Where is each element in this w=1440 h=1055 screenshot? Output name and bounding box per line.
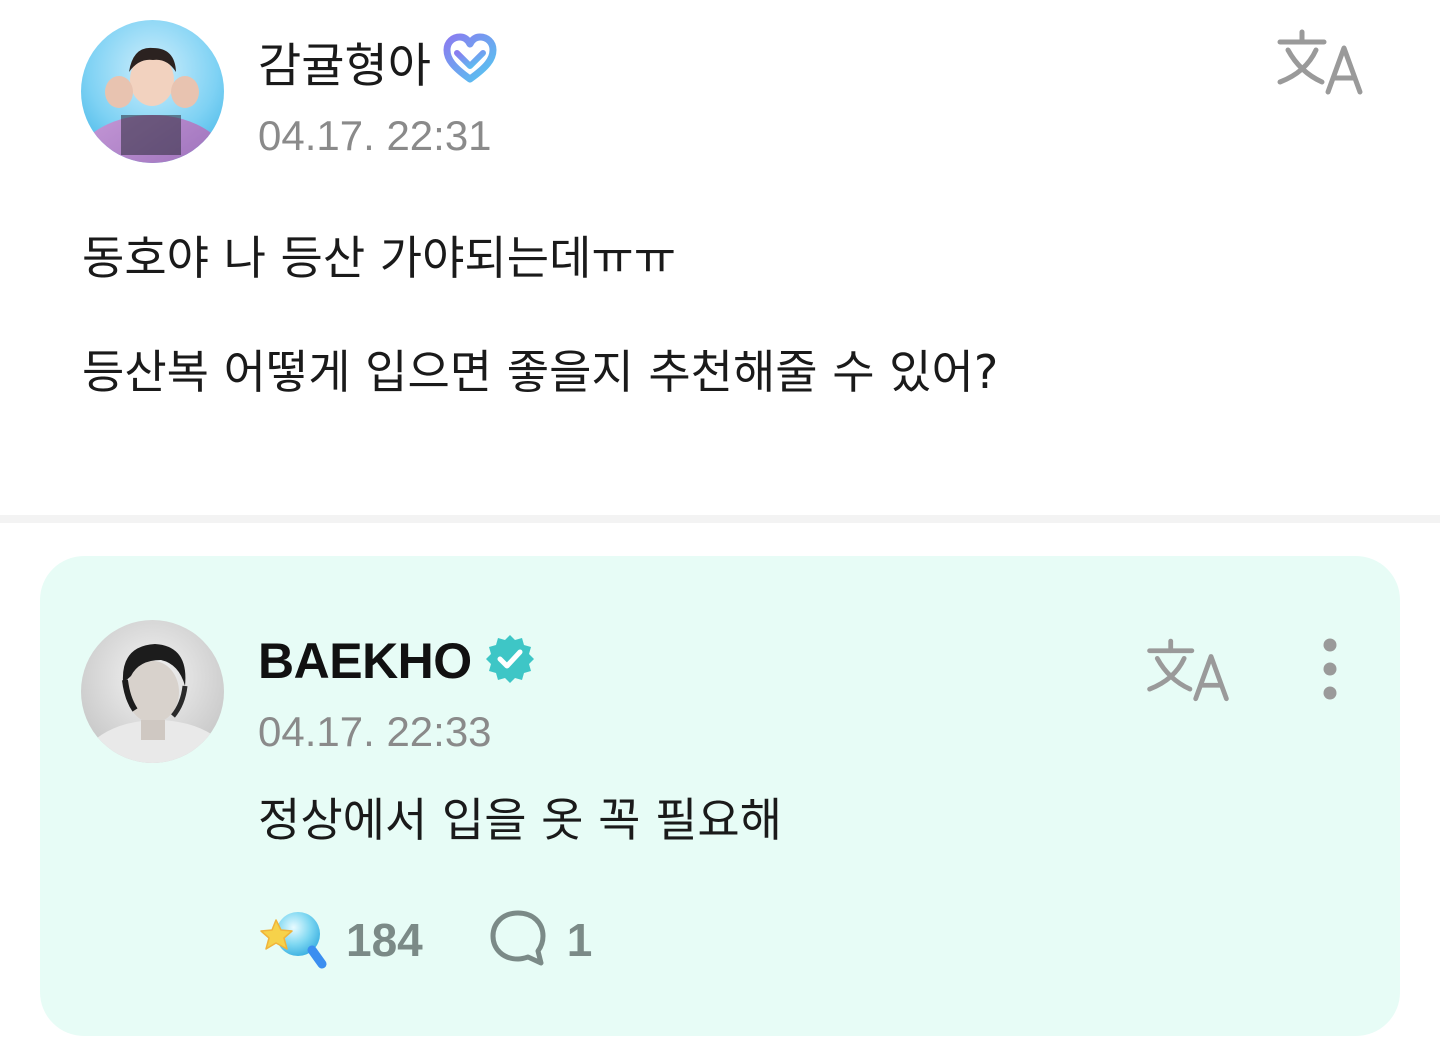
membership-heart-icon (443, 33, 497, 89)
artist-reply-translate-button[interactable] (1140, 628, 1236, 708)
fan-avatar[interactable] (81, 20, 224, 163)
verified-check-icon (484, 633, 536, 689)
comment-bubble-icon (487, 907, 549, 973)
artist-author-row: BAEKHO (258, 628, 536, 694)
light-stick-icon (258, 906, 328, 974)
artist-author-name[interactable]: BAEKHO (258, 632, 472, 690)
artist-reply-card: BAEKHO 04.17. 22:33 정상에서 입을 옷 꼭 필요해 184 … (40, 556, 1400, 1036)
fan-post: 감귤형아 04.17. 22:31 동호야 나 등산 가야되는데ㅠㅠ 등산복 어… (0, 0, 1440, 515)
fan-post-timestamp: 04.17. 22:31 (258, 112, 492, 159)
like-button[interactable]: 184 (258, 906, 423, 974)
fan-author-row: 감귤형아 (258, 30, 497, 94)
comment-button[interactable]: 1 (487, 907, 593, 973)
fan-post-body: 동호야 나 등산 가야되는데ㅠㅠ 등산복 어떻게 입으면 좋을지 추천해줄 수 … (82, 226, 998, 402)
fan-post-line: 등산복 어떻게 입으면 좋을지 추천해줄 수 있어? (82, 345, 999, 399)
fan-author-name[interactable]: 감귤형아 (258, 27, 431, 96)
more-vertical-icon (1312, 638, 1348, 706)
translate-icon (1140, 638, 1236, 712)
artist-reply-body: 정상에서 입을 옷 꼭 필요해 (258, 793, 783, 847)
comment-count: 1 (566, 914, 593, 966)
artist-reply-more-button[interactable] (1312, 636, 1348, 702)
fan-post-line: 동호야 나 등산 가야되는데ㅠㅠ (82, 231, 677, 285)
artist-avatar[interactable] (81, 620, 224, 763)
like-count: 184 (346, 914, 423, 966)
artist-reply-timestamp: 04.17. 22:33 (258, 708, 492, 755)
reply-stats: 184 1 (258, 908, 592, 972)
section-divider (0, 515, 1440, 523)
fan-post-translate-button[interactable] (1270, 20, 1370, 100)
translate-icon (1270, 29, 1370, 104)
